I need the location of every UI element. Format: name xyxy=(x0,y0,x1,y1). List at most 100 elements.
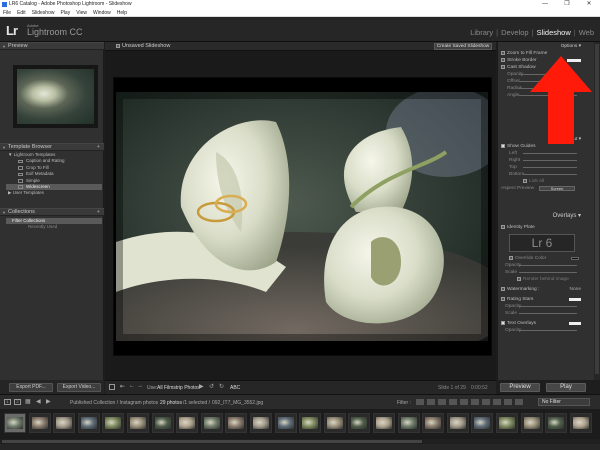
checkbox-icon[interactable] xyxy=(501,224,505,229)
add-collection-icon[interactable]: + xyxy=(97,209,100,216)
filmstrip-thumb[interactable] xyxy=(422,413,445,433)
page-1-button[interactable]: 1 xyxy=(4,399,11,405)
filmstrip-thumb[interactable] xyxy=(348,413,371,433)
filmstrip-thumb[interactable] xyxy=(225,413,248,433)
guide-top-slider[interactable]: Top xyxy=(499,164,587,171)
checkbox-icon[interactable] xyxy=(501,57,505,62)
filmstrip-scroll-thumb[interactable] xyxy=(2,440,422,443)
menu-edit[interactable]: Edit xyxy=(17,9,26,16)
back-arrow-icon[interactable]: ◀ xyxy=(36,398,41,405)
right-panel-scrollbar[interactable] xyxy=(594,42,600,380)
module-library[interactable]: Library xyxy=(470,28,493,37)
add-template-icon[interactable]: + xyxy=(97,144,100,151)
filmstrip-thumb[interactable] xyxy=(520,413,543,433)
filmstrip-thumb[interactable] xyxy=(299,413,322,433)
filter-flags[interactable] xyxy=(416,399,526,405)
page-2-button[interactable]: 2 xyxy=(14,399,21,405)
checkbox-icon[interactable] xyxy=(501,50,505,55)
filmstrip-thumb[interactable] xyxy=(151,413,174,433)
filmstrip-thumb[interactable] xyxy=(471,413,494,433)
module-develop[interactable]: Develop xyxy=(501,28,529,37)
checkbox-checked-icon[interactable] xyxy=(501,143,505,148)
module-slideshow[interactable]: Slideshow xyxy=(537,28,571,37)
slider-track[interactable] xyxy=(523,167,577,168)
menu-file[interactable]: File xyxy=(3,9,11,16)
grid-view-icon[interactable] xyxy=(109,384,115,390)
export-pdf-button[interactable]: Export PDF... xyxy=(9,383,53,392)
checkbox-icon[interactable] xyxy=(501,296,505,301)
overlays-header[interactable]: Overlays ▾ xyxy=(499,213,587,220)
slider-track[interactable] xyxy=(523,153,577,154)
plate-opacity-slider[interactable]: Opacity xyxy=(499,262,587,269)
filmstrip-thumb[interactable] xyxy=(77,413,100,433)
filmstrip-source[interactable]: Published Collection / Instagram photos xyxy=(70,400,158,406)
menu-window[interactable]: Window xyxy=(93,9,111,16)
template-browser-header[interactable]: ▼ Template Browser + xyxy=(0,143,104,151)
checkbox-icon[interactable] xyxy=(501,286,505,291)
slider-track[interactable] xyxy=(519,272,577,273)
slider-track[interactable] xyxy=(523,174,577,175)
previous-slide-icon[interactable]: ← xyxy=(129,383,135,389)
filmstrip-thumb[interactable] xyxy=(569,413,592,433)
create-saved-slideshow-button[interactable]: Create Saved Slideshow xyxy=(434,43,492,50)
override-color-swatch[interactable] xyxy=(571,257,579,260)
menu-help[interactable]: Help xyxy=(117,9,127,16)
filmstrip-thumb[interactable] xyxy=(323,413,346,433)
preview-panel-header[interactable]: ▼ Preview xyxy=(0,42,104,50)
close-button[interactable]: ✕ xyxy=(578,0,600,9)
filmstrip-thumb[interactable] xyxy=(176,413,199,433)
slider-track[interactable] xyxy=(519,313,577,314)
grid-icon[interactable]: ▦ xyxy=(25,398,31,405)
show-guides-option[interactable]: Show Guides xyxy=(499,143,587,150)
scroll-thumb[interactable] xyxy=(595,44,599,374)
star-color-swatch[interactable] xyxy=(569,298,581,301)
module-web[interactable]: Web xyxy=(579,28,594,37)
add-text-button[interactable]: ABC xyxy=(230,385,240,391)
collections-header[interactable]: ▼ Collections + xyxy=(0,208,104,216)
rating-stars-option[interactable]: Rating Stars xyxy=(499,296,587,303)
filmstrip-thumb[interactable] xyxy=(373,413,395,433)
aspect-preview-select[interactable]: Screen xyxy=(539,186,575,191)
guide-left-slider[interactable]: Left xyxy=(499,150,587,157)
checkbox-icon[interactable] xyxy=(509,255,513,260)
filmstrip-thumb[interactable] xyxy=(397,413,420,433)
filmstrip-thumb[interactable] xyxy=(200,413,223,433)
checkbox-icon[interactable] xyxy=(501,64,505,69)
watermark-select[interactable]: None xyxy=(570,286,581,293)
first-slide-icon[interactable]: ⇤ xyxy=(120,383,125,390)
slider-track[interactable] xyxy=(523,160,577,161)
menu-slideshow[interactable]: Slideshow xyxy=(32,9,55,16)
rotate-left-icon[interactable]: ↺ xyxy=(209,383,214,390)
bottom-panel-toggle[interactable] xyxy=(0,444,600,450)
play-button[interactable]: Play xyxy=(546,383,586,392)
filmstrip-thumb[interactable] xyxy=(545,413,568,433)
guide-right-slider[interactable]: Right xyxy=(499,157,587,164)
text-opacity-slider[interactable]: Opacity xyxy=(499,327,587,334)
use-select[interactable]: All Filmstrip Photos xyxy=(157,385,200,391)
preview-button[interactable]: Preview xyxy=(500,383,540,392)
checkbox-icon[interactable] xyxy=(517,276,521,281)
filmstrip-thumb[interactable] xyxy=(127,413,149,433)
slider-track[interactable] xyxy=(519,265,577,266)
star-scale-slider[interactable]: Scale xyxy=(499,310,587,317)
checkbox-checked-icon[interactable] xyxy=(501,320,505,325)
filmstrip-thumb[interactable] xyxy=(250,413,272,433)
export-video-button[interactable]: Export Video... xyxy=(57,383,101,392)
text-overlays-option[interactable]: Text Overlays xyxy=(499,320,587,327)
identity-plate-option[interactable]: Identity Plate xyxy=(499,224,587,231)
template-folder-user[interactable]: ▶ User Templates xyxy=(6,190,102,196)
rotate-right-icon[interactable]: ↻ xyxy=(219,383,224,390)
text-color-swatch[interactable] xyxy=(569,322,581,325)
checkbox-icon[interactable] xyxy=(523,178,527,183)
next-slide-icon[interactable]: → xyxy=(137,383,143,389)
override-color-option[interactable]: Override Color xyxy=(499,255,587,262)
filmstrip-thumb[interactable] xyxy=(53,413,76,433)
menu-view[interactable]: View xyxy=(76,9,87,16)
filmstrip-thumb[interactable] xyxy=(28,413,51,433)
options-header[interactable]: Options ▾ xyxy=(499,43,587,50)
identity-plate-preview[interactable]: Lr 6 xyxy=(509,234,575,252)
minimize-button[interactable]: — xyxy=(534,0,556,9)
play-icon[interactable]: ▶ xyxy=(199,383,204,390)
forward-arrow-icon[interactable]: ▶ xyxy=(46,398,51,405)
filmstrip-thumb[interactable] xyxy=(274,413,297,433)
